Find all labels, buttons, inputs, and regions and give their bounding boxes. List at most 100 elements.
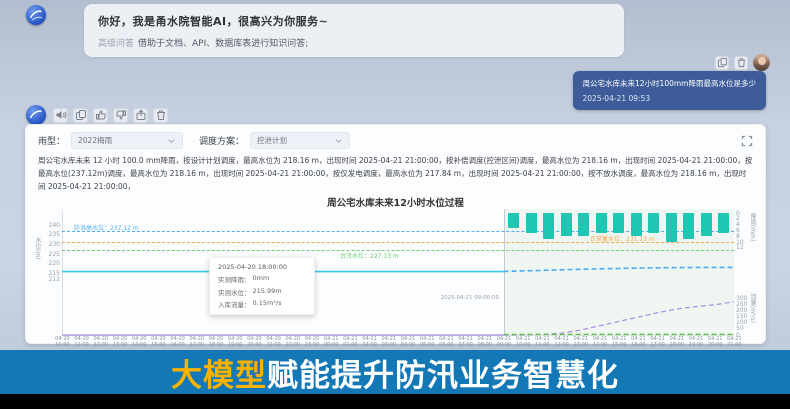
x-axis-label: 04-2014:00 — [129, 337, 149, 348]
rain-bar — [526, 213, 537, 233]
tooltip-time: 2025-04-20 18:00:00 — [218, 263, 306, 271]
copy-icon — [75, 109, 87, 121]
ai-greeting-subtext: 借助于文档、API、数据库表进行知识问答; — [138, 39, 308, 49]
copy-icon — [717, 57, 728, 68]
chart-title: 周公宅水库未来12小时水位过程 — [34, 195, 757, 209]
x-axis-label: 04-2019:00 — [225, 337, 245, 348]
level-axis-tick: 240 — [40, 222, 60, 229]
x-axis-label: 04-2103:00 — [379, 337, 399, 348]
thumbs-down-button[interactable] — [113, 108, 128, 123]
thumbs-down-icon — [115, 109, 127, 121]
slogan-banner: 大模型赋能提升防汛业务智慧化 — [0, 350, 790, 394]
tooltip-value: 0mm — [253, 274, 270, 284]
chart-controls: 雨型： 2022梅雨 调度方案： 控泄计划 — [26, 125, 765, 153]
chevron-down-icon — [334, 137, 343, 145]
copy-button[interactable] — [73, 108, 88, 123]
thumbs-up-button[interactable] — [93, 108, 108, 123]
rain-bar — [701, 213, 712, 236]
ai-greeting-title: 你好，我是甬水院智能AI，很高兴为你服务~ — [98, 13, 610, 29]
x-axis-label: 04-2018:00 — [206, 337, 226, 348]
reference-line-label: 防洪高水位：237.12 m — [74, 223, 139, 232]
x-axis-label: 04-2113:00 — [571, 337, 591, 348]
rain-type-label: 雨型： — [38, 134, 65, 147]
x-axis-label: 04-2104:00 — [398, 337, 418, 348]
delete-button[interactable] — [153, 108, 168, 123]
x-axis-label: 04-2117:00 — [648, 337, 668, 348]
x-axis-label: 04-2010:00 — [52, 337, 72, 348]
fullscreen-icon — [741, 135, 753, 147]
delete-button[interactable] — [734, 56, 748, 70]
answer-panel: 雨型： 2022梅雨 调度方案： 控泄计划 周公宅水库未来 12 小时 100. — [25, 124, 766, 344]
x-axis-label: 04-2101:00 — [340, 337, 360, 348]
copy-button[interactable] — [715, 56, 729, 70]
x-axis-label: 04-2118:00 — [667, 337, 687, 348]
rain-bar — [543, 213, 554, 239]
reference-line-label: 台汛水位：227.13 m — [340, 251, 399, 260]
bottom-black-bar — [0, 394, 790, 409]
x-axis-label: 04-2021:00 — [264, 337, 284, 348]
tooltip-value: 0.15m³/s — [253, 299, 282, 309]
x-axis-label: 04-2116:00 — [628, 337, 648, 348]
level-axis-tick: 225 — [40, 251, 60, 258]
x-axis-label: 04-2100:00 — [321, 337, 341, 348]
x-axis-label: 04-2023:00 — [302, 337, 322, 348]
plan-select[interactable]: 控泄计划 — [250, 132, 350, 149]
x-axis-label: 04-2015:00 — [148, 337, 168, 348]
x-axis-label: 04-2109:00 — [494, 337, 514, 348]
x-axis-label: 04-2111:00 — [532, 337, 552, 348]
x-axis-label: 04-2105:00 — [417, 337, 437, 348]
trash-icon — [155, 109, 167, 121]
thumbs-up-icon — [95, 109, 107, 121]
x-axis-label: 04-2022:00 — [283, 337, 303, 348]
x-axis-label: 04-2110:00 — [513, 337, 533, 348]
rain-bar — [718, 213, 729, 233]
rain-axis-tick: 12 — [736, 244, 758, 251]
rain-bar — [648, 213, 659, 233]
ai-logo-icon — [28, 107, 44, 123]
x-axis-label: 04-2011:00 — [72, 337, 92, 348]
rain-type-value: 2022梅雨 — [78, 135, 112, 146]
forecast-start-time: 2025-04-21 09:00:00 — [441, 295, 499, 301]
level-axis-tick: 230 — [40, 241, 60, 248]
plan-value: 控泄计划 — [257, 135, 287, 146]
rain-bar — [666, 213, 677, 242]
level-axis-tick: 235 — [40, 231, 60, 238]
read-aloud-button[interactable] — [53, 108, 68, 123]
user-message-bubble: 周公宅水库未来12小时100mm降雨最高水位是多少 2025-04-21 09:… — [573, 71, 766, 110]
x-axis-label: 04-2107:00 — [456, 337, 476, 348]
rain-bar — [578, 213, 589, 236]
ai-avatar — [26, 105, 46, 125]
x-axis-label: 04-2112:00 — [552, 337, 572, 348]
forecast-summary: 周公宅水库未来 12 小时 100.0 mm降雨，按设计计划调度，最高水位为 2… — [38, 154, 753, 193]
export-icon — [135, 109, 147, 121]
export-button[interactable] — [133, 108, 148, 123]
tooltip-label: 实测水位： — [218, 287, 251, 297]
x-axis-label: 04-2017:00 — [187, 337, 207, 348]
x-axis-label: 04-2121:00 — [724, 337, 744, 348]
x-axis-label: 04-2108:00 — [475, 337, 495, 348]
ai-answer-actions — [26, 105, 168, 125]
banner-text: 赋能提升防汛业务智慧化 — [267, 350, 619, 395]
x-axis-label: 04-2106:00 — [436, 337, 456, 348]
x-axis-label: 04-2102:00 — [360, 337, 380, 348]
rain-bar — [561, 213, 572, 236]
level-axis-tick: 212 — [40, 276, 60, 283]
fullscreen-button[interactable] — [741, 135, 753, 147]
ai-logo-icon — [28, 7, 44, 23]
rain-type-select[interactable]: 2022梅雨 — [71, 132, 183, 149]
rain-bar — [596, 213, 607, 233]
x-axis-label: 04-2016:00 — [168, 337, 188, 348]
forecast-divider-line — [504, 209, 505, 335]
tooltip-label: 入库流量： — [218, 299, 251, 309]
level-axis-tick: 220 — [40, 260, 60, 267]
rain-bar — [631, 213, 642, 236]
x-axis-label: 04-2115:00 — [609, 337, 629, 348]
rain-bar — [683, 213, 694, 239]
qa-mode-tag: 高级问答 — [98, 39, 134, 49]
x-axis-label: 04-2119:00 — [686, 337, 706, 348]
user-avatar — [753, 54, 770, 71]
user-question: 周公宅水库未来12小时100mm降雨最高水位是多少 — [583, 78, 756, 89]
screen: 你好，我是甬水院智能AI，很高兴为你服务~ 高级问答借助于文档、API、数据库表… — [0, 0, 790, 409]
trash-icon — [736, 57, 747, 68]
chart-tooltip: 2025-04-20 18:00:00 实测降雨：0mm 实测水位：215.99… — [209, 257, 315, 315]
